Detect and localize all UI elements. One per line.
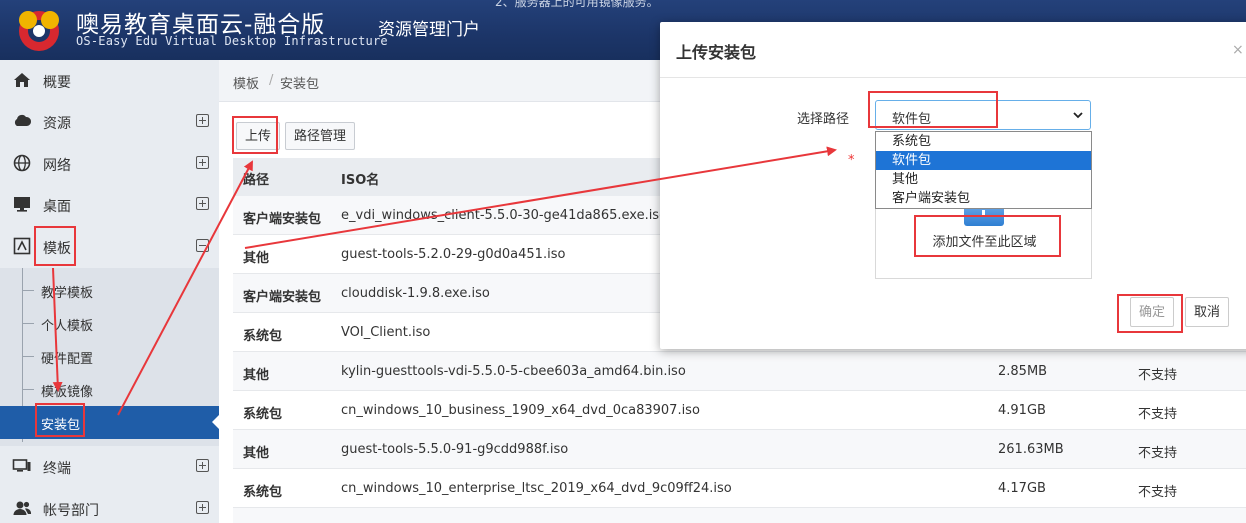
upload-button[interactable]: 上传 (236, 122, 281, 150)
size-cell: 261.63MB (998, 442, 1064, 457)
sidebar: 概要 资源 网络 桌面 模板 教学模板 个人模板 硬件配置 模板镜像 安装包 终… (0, 60, 219, 523)
upload-package-modal: 上传安装包 × 选择路径 软件包 系统包 软件包 其他 客户端安装包 * 添加文… (660, 22, 1246, 349)
submenu-item-install-package[interactable]: 安装包 (0, 406, 219, 439)
modal-title: 上传安装包 (676, 43, 757, 62)
globe-icon (13, 154, 31, 172)
table-row[interactable]: 其他 guest-tools-5.5.0-91-g9cdd988f.iso 26… (233, 430, 1246, 469)
path-select[interactable]: 软件包 (875, 100, 1091, 130)
modal-header: 上传安装包 × (660, 22, 1246, 78)
submenu-item-hardware-config[interactable]: 硬件配置 (0, 340, 219, 373)
upload-hint: 添加文件至此区域 (932, 235, 1037, 250)
option-other[interactable]: 其他 (876, 170, 1091, 189)
brand-subtitle: OS-Easy Edu Virtual Desktop Infrastructu… (76, 34, 388, 48)
breadcrumb-separator: / (269, 73, 274, 88)
terminal-icon (12, 459, 31, 472)
submenu-item-teaching-template[interactable]: 教学模板 (0, 274, 219, 307)
header-notice: 2、服务器上的可用镜像服务。 (495, 0, 659, 9)
expand-plus-icon[interactable] (196, 114, 209, 127)
cancel-button[interactable]: 取消 (1185, 297, 1230, 327)
template-submenu: 教学模板 个人模板 硬件配置 模板镜像 安装包 (0, 268, 219, 446)
sidebar-item-network[interactable]: 网络 (0, 143, 219, 183)
column-header-iso[interactable]: ISO名 (341, 169, 379, 188)
active-caret-icon (212, 415, 219, 429)
sidebar-item-label: 资源 (43, 116, 71, 132)
sidebar-item-terminal[interactable]: 终端 (0, 446, 219, 486)
users-icon (13, 501, 32, 515)
size-cell: 2.85MB (998, 364, 1048, 379)
required-mark: * (848, 153, 855, 168)
path-select-value: 软件包 (892, 112, 932, 127)
path-manage-button[interactable]: 路径管理 (285, 122, 356, 150)
monitor-icon (14, 197, 30, 212)
sidebar-item-template[interactable]: 模板 (0, 226, 219, 266)
template-icon (13, 237, 31, 255)
sidebar-item-label: 终端 (43, 461, 71, 477)
option-system-package[interactable]: 系统包 (876, 132, 1091, 151)
collapse-minus-icon[interactable] (196, 239, 209, 252)
support-cell: 不支持 (1138, 407, 1178, 422)
sidebar-item-label: 桌面 (43, 199, 71, 215)
support-cell: 不支持 (1138, 446, 1178, 461)
expand-plus-icon[interactable] (196, 501, 209, 514)
cloud-icon (14, 114, 32, 126)
expand-plus-icon[interactable] (196, 459, 209, 472)
sidebar-item-label: 概要 (43, 75, 71, 91)
close-icon[interactable]: × (1232, 42, 1244, 58)
sidebar-item-overview[interactable]: 概要 (0, 60, 219, 100)
table-row[interactable]: 其他 kylin-guesttools-vdi-5.5.0-5-cbee603a… (233, 352, 1246, 391)
sidebar-item-resources[interactable]: 资源 (0, 101, 219, 141)
table-row[interactable]: 系统包 cn_windows_10_business_1909_x64_dvd_… (233, 391, 1246, 430)
confirm-button[interactable]: 确定 (1130, 297, 1175, 327)
path-label: 选择路径 (797, 112, 850, 127)
sidebar-item-desktop[interactable]: 桌面 (0, 184, 219, 224)
support-cell: 不支持 (1138, 485, 1178, 500)
file-drop-zone[interactable]: 添加文件至此区域 (875, 197, 1092, 279)
submenu-item-personal-template[interactable]: 个人模板 (0, 307, 219, 340)
size-cell: 4.17GB (998, 481, 1046, 496)
sidebar-item-label: 帐号部门 (43, 503, 99, 519)
column-header-path[interactable]: 路径 (243, 169, 269, 188)
portal-title: 资源管理门户 (378, 20, 480, 40)
option-software-package[interactable]: 软件包 (876, 151, 1091, 170)
sidebar-item-account-dept[interactable]: 帐号部门 (0, 488, 219, 523)
submenu-item-template-image[interactable]: 模板镜像 (0, 373, 219, 406)
support-cell: 不支持 (1138, 368, 1178, 383)
home-icon (14, 73, 30, 87)
size-cell: 4.91GB (998, 403, 1046, 418)
os-easy-logo-icon (19, 11, 59, 51)
table-row[interactable]: 系统包 cn_windows_10_enterprise_ltsc_2019_x… (233, 469, 1246, 508)
breadcrumb-level2: 安装包 (280, 77, 320, 92)
chevron-down-icon (1073, 112, 1083, 119)
expand-plus-icon[interactable] (196, 156, 209, 169)
sidebar-item-label: 网络 (43, 158, 71, 174)
sidebar-item-label: 模板 (43, 241, 71, 257)
option-client-package[interactable]: 客户端安装包 (876, 189, 1091, 208)
path-dropdown-list: 系统包 软件包 其他 客户端安装包 (875, 131, 1092, 209)
breadcrumb-level1[interactable]: 模板 (233, 73, 259, 92)
expand-plus-icon[interactable] (196, 197, 209, 210)
table-row[interactable] (233, 508, 1246, 523)
